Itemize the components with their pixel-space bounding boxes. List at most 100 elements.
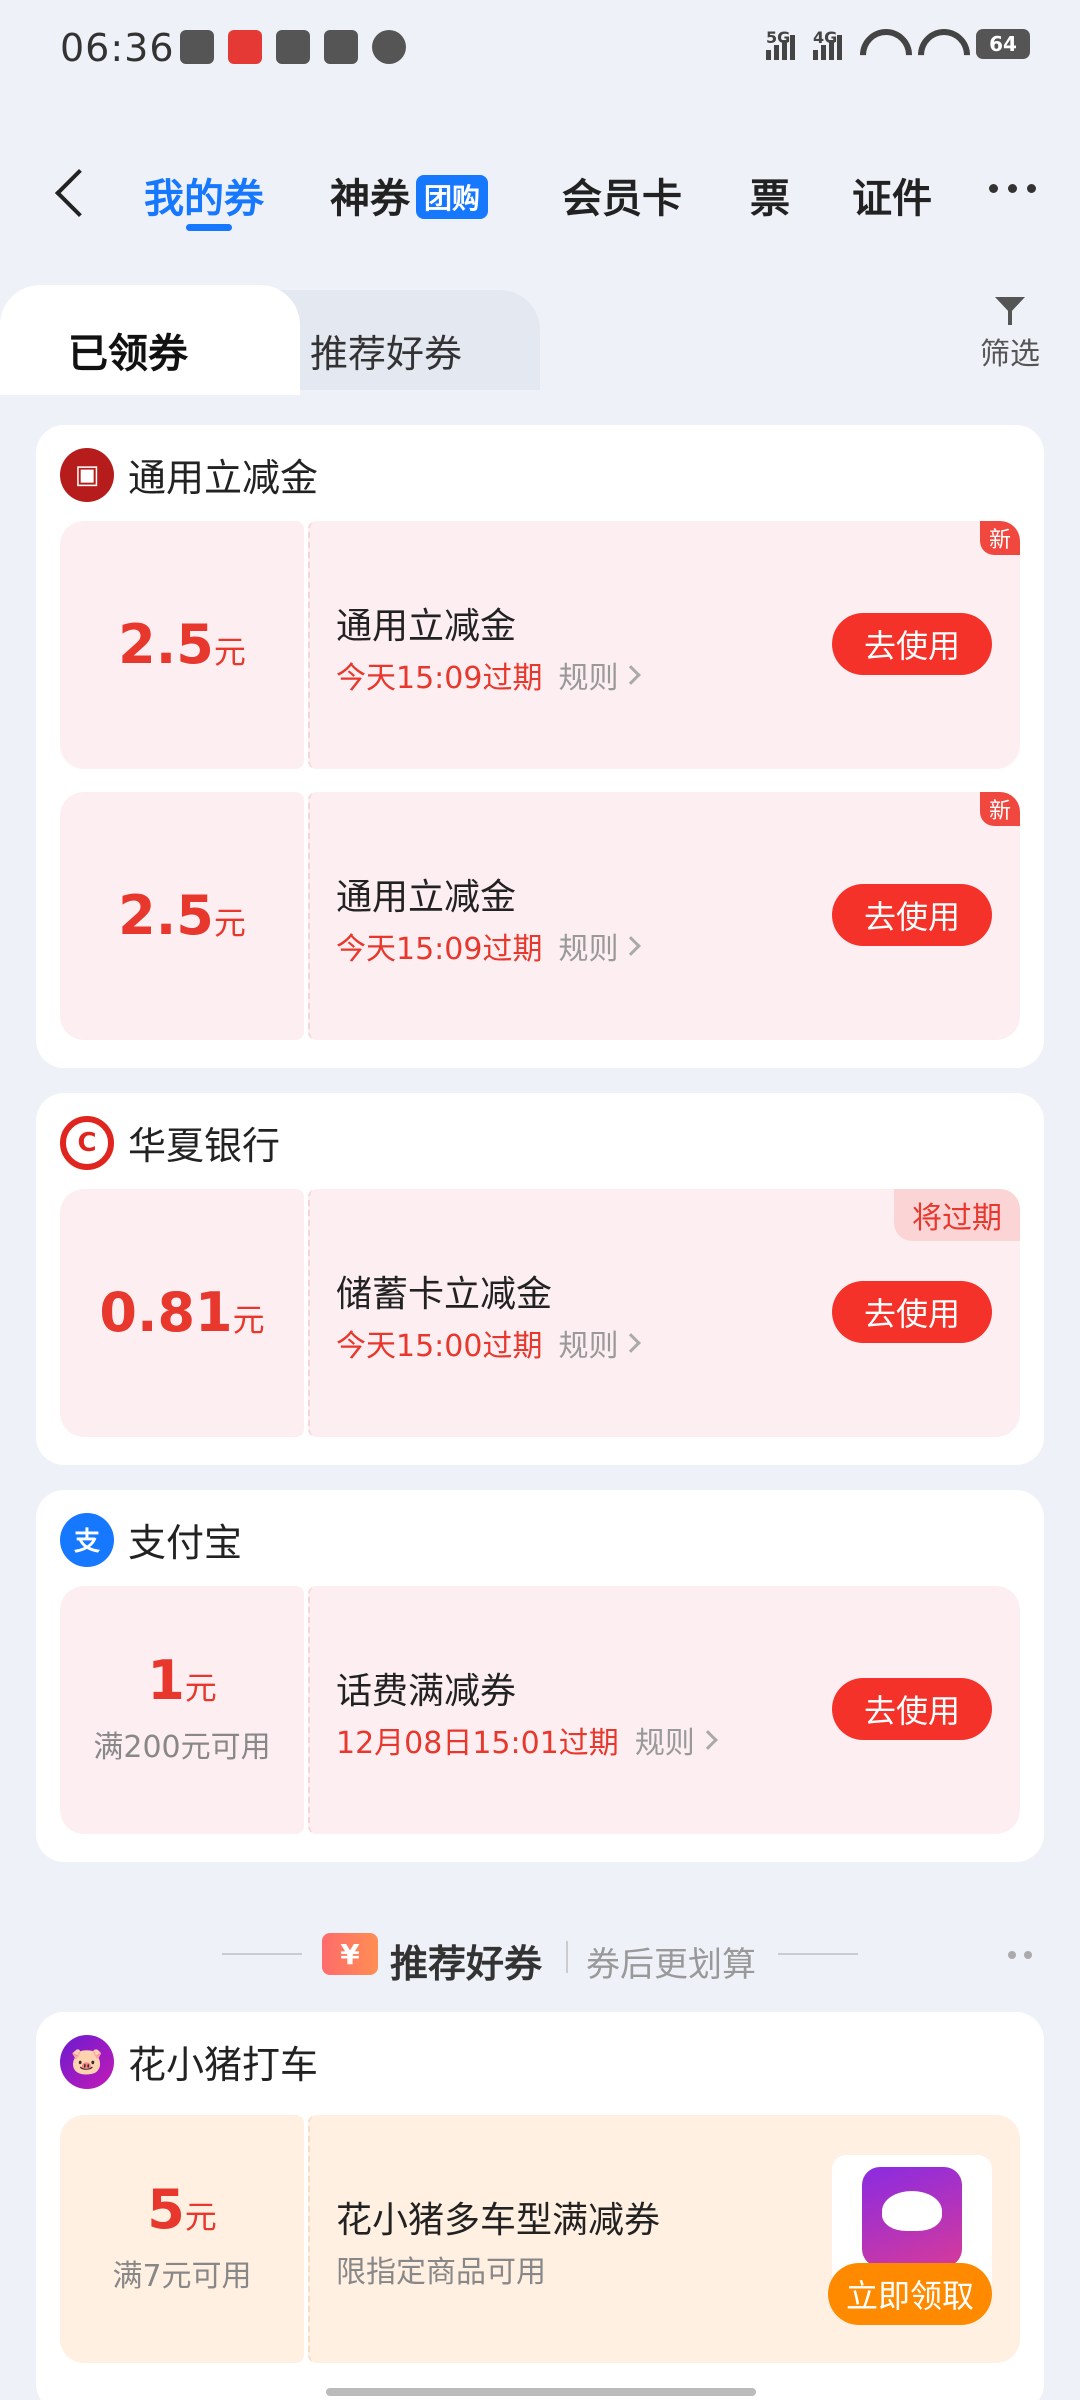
notification-icons (180, 30, 406, 64)
top-nav: 我的券 神券 团购 会员卡 票 证件 (0, 150, 1080, 240)
coupon-info-area: 话费满减券 12月08日15:01过期 规则 去使用 (308, 1586, 1020, 1834)
brand-name: 华夏银行 (128, 1124, 281, 1168)
tab-tickets[interactable]: 票 (750, 166, 790, 224)
expiring-badge: 将过期 (894, 1189, 1020, 1241)
coupon-amount-area: 2.5元 (60, 521, 304, 769)
active-tab-indicator (186, 224, 232, 231)
brand-name: 通用立减金 (128, 456, 319, 500)
coupon-expiry: 今天15:09过期 规则 (336, 924, 642, 968)
rules-link[interactable]: 规则 (635, 1718, 718, 1762)
brand-name: 花小猪打车 (128, 2043, 319, 2087)
coupon-yen-icon: ¥ (322, 1933, 378, 1975)
app-notification-icon (276, 30, 310, 64)
new-badge: 新 (980, 521, 1020, 555)
chat-icon (372, 30, 406, 64)
coupon-amount-area: 1元 满200元可用 (60, 1586, 304, 1834)
coupon-info-area: 通用立减金 今天15:09过期 规则 去使用 新 (308, 521, 1020, 769)
tab-member-card[interactable]: 会员卡 (562, 166, 682, 224)
coupon-item: 2.5元 通用立减金 今天15:09过期 规则 去使用 新 (60, 521, 1020, 769)
more-icon[interactable] (989, 184, 1036, 193)
coupon-item: 1元 满200元可用 话费满减券 12月08日15:01过期 规则 去使用 (60, 1586, 1020, 1834)
coupon-amount: 0.81元 (99, 1281, 265, 1344)
signal-5g-icon: 5G (766, 28, 795, 60)
coupon-expiry: 12月08日15:01过期 规则 (336, 1718, 718, 1762)
battery-icon: 64 (976, 29, 1030, 59)
app-notification-icon (324, 30, 358, 64)
coupon-title: 花小猪多车型满减券 (336, 2200, 661, 2241)
brand-name: 支付宝 (128, 1521, 243, 1565)
coupon-condition: 满7元可用 (112, 2259, 252, 2294)
coupon-item: 5元 满7元可用 花小猪多车型满减券 限指定商品可用 立即领取 (60, 2115, 1020, 2363)
chevron-right-icon (621, 1333, 642, 1353)
coupon-condition: 满200元可用 (93, 1730, 271, 1765)
home-indicator[interactable] (326, 2388, 756, 2396)
new-badge: 新 (980, 792, 1020, 826)
coupon-description: 限指定商品可用 (336, 2255, 546, 2290)
back-icon[interactable] (50, 168, 90, 218)
rules-link[interactable]: 规则 (558, 924, 642, 968)
sub-tabs: 已领券 推荐好券 筛选 (0, 285, 1080, 395)
coupon-expiry: 今天15:09过期 规则 (336, 653, 642, 697)
use-coupon-button[interactable]: 去使用 (832, 613, 992, 675)
coupon-amount-area: 5元 满7元可用 (60, 2115, 304, 2363)
wifi-icon (918, 29, 958, 59)
divider (566, 1941, 568, 1973)
coupon-amount-area: 2.5元 (60, 792, 304, 1040)
coupon-title: 话费满减券 (336, 1671, 517, 1712)
red-envelope-icon: ▣ (60, 447, 114, 502)
coupon-group-card: ▣ 通用立减金 2.5元 通用立减金 今天15:09过期 规则 去使用 新 2.… (36, 425, 1044, 1068)
coupon-amount: 1元 (147, 1649, 217, 1712)
hua-xia-bank-logo-icon: C (60, 1115, 114, 1170)
coupon-info-area: 储蓄卡立减金 今天15:00过期 规则 去使用 将过期 (308, 1189, 1020, 1437)
group-header: 🐷 花小猪打车 (60, 2034, 318, 2089)
recommended-coupon-card: 🐷 花小猪打车 5元 满7元可用 花小猪多车型满减券 限指定商品可用 立即领取 (36, 2012, 1044, 2400)
filter-label: 筛选 (980, 337, 1040, 372)
rules-link[interactable]: 规则 (558, 1321, 642, 1365)
group-buy-badge: 团购 (416, 175, 489, 219)
recommend-title: 推荐好券 (390, 1942, 543, 1986)
tab-documents[interactable]: 证件 (852, 166, 932, 224)
subtab-claimed[interactable]: 已领券 (68, 321, 188, 379)
system-status: 5G 4G 64 (766, 28, 1030, 60)
use-coupon-button[interactable]: 去使用 (832, 1281, 992, 1343)
coupon-title: 通用立减金 (336, 877, 517, 918)
app-notification-icon (228, 30, 262, 64)
more-icon[interactable] (1008, 1951, 1032, 1959)
group-header: 支 支付宝 (60, 1512, 242, 1567)
tab-label: 神券 (330, 176, 410, 222)
coupon-amount: 2.5元 (118, 884, 246, 947)
coupon-title: 通用立减金 (336, 606, 517, 647)
rules-link[interactable]: 规则 (558, 653, 642, 697)
coupon-amount-area: 0.81元 (60, 1189, 304, 1437)
coupon-item: 2.5元 通用立减金 今天15:09过期 规则 去使用 新 (60, 792, 1020, 1040)
signal-4g-icon: 4G (813, 28, 842, 60)
coupon-expiry: 今天15:00过期 规则 (336, 1321, 642, 1365)
group-header: ▣ 通用立减金 (60, 447, 318, 502)
coupon-item: 0.81元 储蓄卡立减金 今天15:00过期 规则 去使用 将过期 (60, 1189, 1020, 1437)
alipay-logo-icon: 支 (60, 1512, 114, 1567)
divider-line (222, 1953, 302, 1955)
status-bar: 06:36 5G 4G 64 (0, 0, 1080, 100)
status-time: 06:36 (60, 26, 175, 70)
pig-mascot-icon (862, 2167, 962, 2267)
use-coupon-button[interactable]: 去使用 (832, 1678, 992, 1740)
divider-line (778, 1953, 858, 1955)
tab-my-coupons[interactable]: 我的券 (144, 166, 264, 224)
coupon-info-area: 通用立减金 今天15:09过期 规则 去使用 新 (308, 792, 1020, 1040)
filter-button[interactable]: 筛选 (978, 295, 1042, 373)
coupon-group-card: C 华夏银行 0.81元 储蓄卡立减金 今天15:00过期 规则 去使用 将过期 (36, 1093, 1044, 1465)
wifi-icon (860, 29, 900, 59)
recommend-subtitle: 券后更划算 (586, 1945, 756, 1985)
huaxiaozhu-logo-icon: 🐷 (60, 2034, 114, 2089)
chevron-right-icon (621, 936, 642, 956)
app-notification-icon (180, 30, 214, 64)
tab-super-coupons[interactable]: 神券 团购 (330, 166, 489, 224)
recommend-section-header: ¥ 推荐好券 券后更划算 (0, 1925, 1080, 1986)
use-coupon-button[interactable]: 去使用 (832, 884, 992, 946)
chevron-right-icon (621, 665, 642, 685)
claim-now-button[interactable]: 立即领取 (828, 2263, 992, 2325)
coupon-title: 储蓄卡立减金 (336, 1274, 553, 1315)
coupon-group-card: 支 支付宝 1元 满200元可用 话费满减券 12月08日15:01过期 规则 … (36, 1490, 1044, 1862)
coupon-amount: 2.5元 (118, 613, 246, 676)
subtab-recommended[interactable]: 推荐好券 (310, 323, 462, 378)
